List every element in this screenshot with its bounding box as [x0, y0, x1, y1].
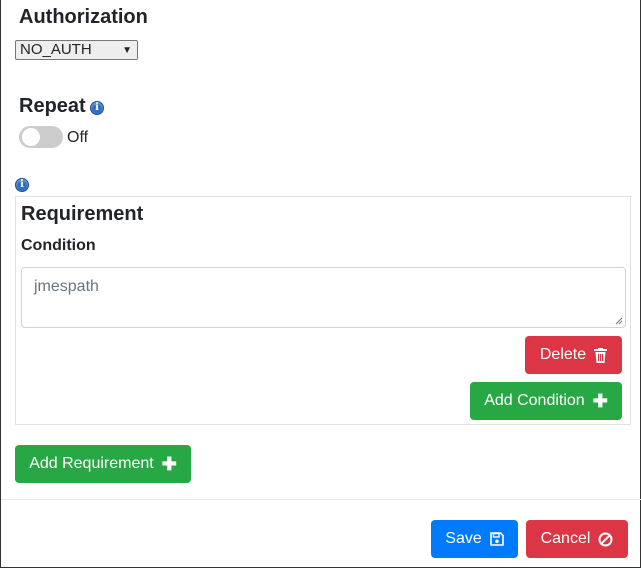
footer-divider: [1, 499, 641, 500]
plus-icon: ✚: [161, 454, 177, 474]
save-button-label: Save: [445, 530, 482, 547]
condition-textarea[interactable]: jmespath: [21, 267, 626, 328]
floppy-disk-icon: [489, 532, 504, 546]
ban-icon: [598, 532, 613, 546]
authorization-title: Authorization: [19, 6, 148, 28]
add-requirement-button[interactable]: Add Requirement ✚: [15, 445, 191, 483]
info-icon[interactable]: i: [90, 101, 104, 115]
requirement-title: Requirement: [21, 203, 144, 225]
delete-button-label: Delete: [539, 346, 587, 363]
repeat-toggle-label: Off: [67, 129, 89, 146]
plus-icon: ✚: [592, 391, 608, 411]
toggle-knob: [22, 128, 40, 146]
resize-handle-icon[interactable]: [615, 317, 623, 325]
condition-placeholder: jmespath: [34, 278, 99, 295]
delete-condition-button[interactable]: Delete: [525, 336, 622, 374]
cancel-button[interactable]: Cancel: [526, 520, 628, 558]
add-condition-label: Add Condition: [484, 392, 585, 409]
repeat-title: Repeat: [19, 95, 86, 117]
condition-label: Condition: [21, 237, 96, 254]
add-condition-button[interactable]: Add Condition ✚: [470, 382, 622, 420]
info-icon[interactable]: i: [15, 178, 29, 192]
dropdown-arrow-icon: ▼: [122, 45, 132, 56]
authorization-selected-value: NO_AUTH: [20, 41, 92, 58]
requirement-card: Requirement Condition jmespath Delete Ad…: [15, 196, 631, 425]
repeat-toggle[interactable]: [19, 126, 63, 148]
form-panel: Authorization NO_AUTH ▼ Repeat i Off i R…: [0, 0, 641, 568]
save-button[interactable]: Save: [431, 520, 518, 558]
trash-icon: [594, 347, 608, 363]
authorization-select[interactable]: NO_AUTH ▼: [15, 40, 138, 60]
cancel-button-label: Cancel: [540, 530, 591, 547]
add-requirement-label: Add Requirement: [29, 455, 154, 472]
